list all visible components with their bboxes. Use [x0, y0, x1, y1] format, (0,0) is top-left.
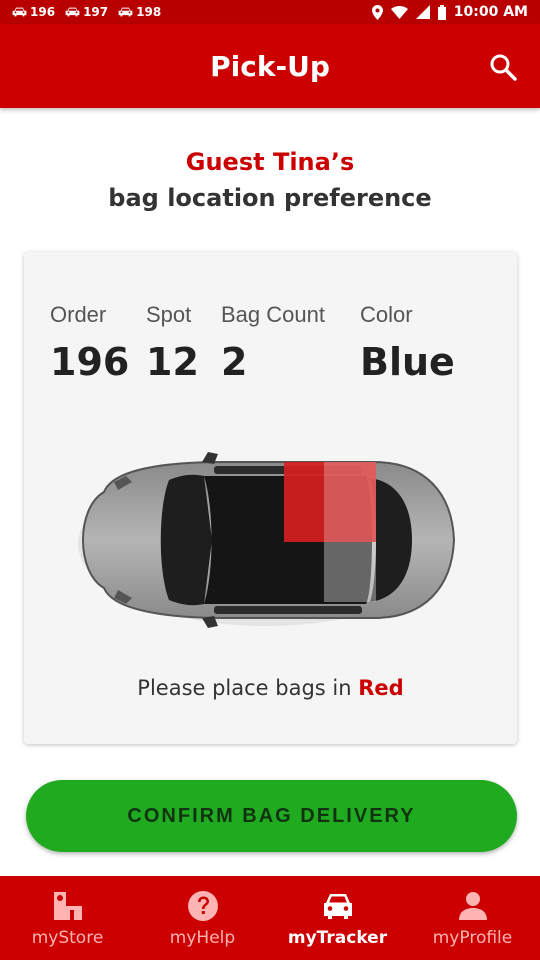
bag-count-value: 2 — [221, 340, 248, 384]
confirm-bag-delivery-button[interactable]: CONFIRM BAG DELIVERY — [26, 780, 517, 852]
notification-order-198: 198 — [118, 5, 161, 19]
car-icon — [12, 7, 27, 17]
notification-order-197: 197 — [65, 5, 108, 19]
help-icon — [187, 891, 218, 921]
car-icon — [118, 7, 133, 17]
color-label: Color — [360, 302, 413, 327]
nav-item-myhelp[interactable]: myHelp — [135, 876, 270, 960]
car-icon — [65, 7, 80, 17]
nav-item-mytracker[interactable]: myTracker — [270, 876, 405, 960]
instruction-text: Please place bags in — [137, 676, 352, 700]
system-icons: 10:00 AM — [371, 4, 528, 20]
notification-label: 196 — [30, 5, 56, 19]
instruction-location: Red — [358, 676, 404, 700]
car-icon — [323, 894, 352, 919]
location-icon — [371, 4, 383, 20]
order-value: 196 — [50, 340, 130, 384]
signal-icon — [415, 5, 430, 19]
person-icon — [458, 892, 487, 920]
order-label: Order — [50, 302, 107, 327]
clock: 10:00 AM — [453, 4, 528, 20]
color-value: Blue — [360, 340, 455, 384]
guest-preference-subtitle: bag location preference — [108, 184, 432, 212]
bottom-nav: myStore myHelp myTracker myProfile — [0, 876, 540, 960]
notification-label: 197 — [83, 5, 109, 19]
bag-count-field: Bag Count 2 — [221, 302, 325, 384]
battery-icon — [437, 4, 446, 20]
wifi-icon — [390, 5, 408, 19]
spot-label: Spot — [146, 302, 192, 327]
page-title: Pick-Up — [210, 49, 330, 83]
notification-icons: 196 197 198 — [12, 5, 161, 19]
app-bar: Pick-Up — [0, 24, 540, 108]
nav-label-myprofile: myProfile — [432, 928, 513, 948]
spot-field: Spot 12 — [146, 302, 199, 384]
nav-label-mystore: myStore — [31, 928, 104, 948]
order-field: Order 196 — [50, 302, 129, 384]
search-icon[interactable] — [488, 52, 518, 82]
nav-item-mystore[interactable]: myStore — [0, 876, 135, 960]
bag-instruction: Please place bags in Red — [24, 676, 517, 700]
nav-label-mytracker: myTracker — [287, 928, 388, 948]
order-card: Order 196 Spot 12 Bag Count 2 Color Blue — [24, 252, 517, 744]
car-top-view — [78, 452, 456, 628]
nav-label-myhelp: myHelp — [169, 928, 236, 948]
store-icon — [53, 892, 82, 920]
notification-label: 198 — [136, 5, 162, 19]
guest-name: Guest Tina’s — [185, 148, 355, 176]
bag-count-label: Bag Count — [221, 302, 325, 327]
nav-item-myprofile[interactable]: myProfile — [405, 876, 540, 960]
color-field: Color Blue — [360, 302, 455, 384]
notification-order-196: 196 — [12, 5, 55, 19]
status-bar: 196 197 198 10:00 AM — [0, 0, 540, 24]
spot-value: 12 — [146, 340, 199, 384]
car-windshield — [160, 474, 212, 606]
